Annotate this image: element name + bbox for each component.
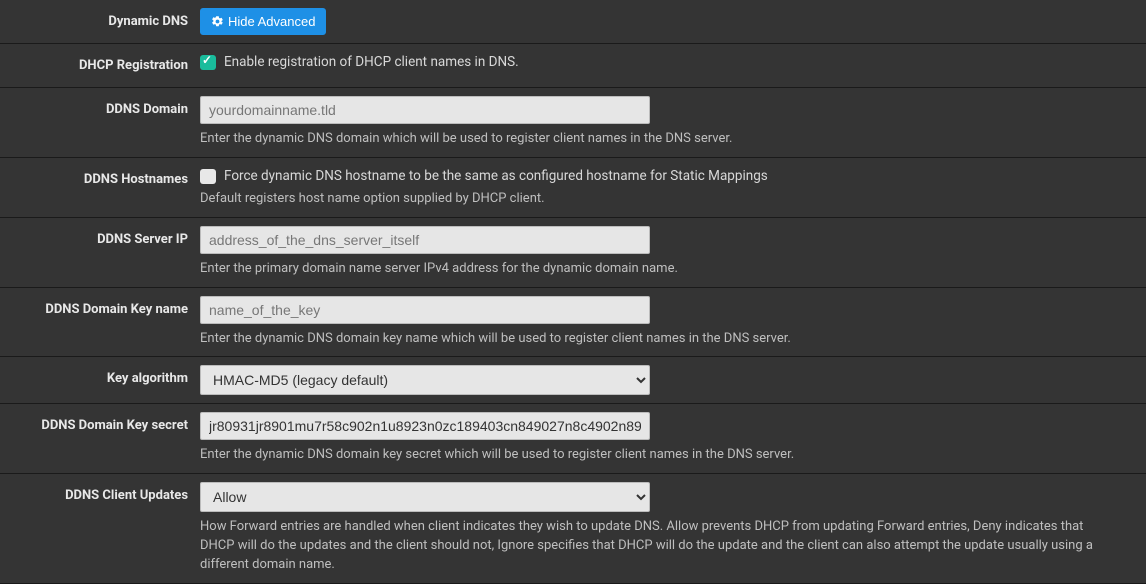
row-dhcp-registration: DHCP Registration Enable registration of… bbox=[0, 44, 1146, 88]
label-ddns-domain: DDNS Domain bbox=[0, 96, 200, 149]
ddns-hostnames-checkbox[interactable] bbox=[200, 169, 216, 184]
control-key-algorithm: HMAC-MD5 (legacy default) bbox=[200, 365, 1146, 395]
ddns-server-ip-input[interactable] bbox=[200, 226, 650, 254]
ddns-key-name-input[interactable] bbox=[200, 296, 650, 324]
control-dynamic-dns: Hide Advanced bbox=[200, 8, 1146, 35]
hide-advanced-label: Hide Advanced bbox=[228, 14, 315, 29]
label-dhcp-registration: DHCP Registration bbox=[0, 52, 200, 79]
help-ddns-server-ip: Enter the primary domain name server IPv… bbox=[200, 260, 1136, 279]
row-dynamic-dns: Dynamic DNS Hide Advanced bbox=[0, 0, 1146, 44]
hide-advanced-button[interactable]: Hide Advanced bbox=[200, 8, 326, 35]
ddns-domain-input[interactable] bbox=[200, 96, 650, 124]
ddns-hostnames-checkbox-label: Force dynamic DNS hostname to be the sam… bbox=[224, 168, 768, 184]
control-dhcp-registration: Enable registration of DHCP client names… bbox=[200, 52, 1146, 79]
row-ddns-server-ip: DDNS Server IP Enter the primary domain … bbox=[0, 218, 1146, 288]
label-dynamic-dns: Dynamic DNS bbox=[0, 8, 200, 35]
label-key-algorithm: Key algorithm bbox=[0, 365, 200, 395]
control-ddns-hostnames: Force dynamic DNS hostname to be the sam… bbox=[200, 166, 1146, 209]
help-ddns-hostnames: Default registers host name option suppl… bbox=[200, 190, 1136, 209]
control-ddns-client-updates: Allow How Forward entries are handled wh… bbox=[200, 482, 1146, 575]
gear-icon bbox=[211, 15, 224, 28]
control-ddns-key-secret: Enter the dynamic DNS domain key secret … bbox=[200, 412, 1146, 465]
help-ddns-domain: Enter the dynamic DNS domain which will … bbox=[200, 130, 1136, 149]
help-ddns-key-name: Enter the dynamic DNS domain key name wh… bbox=[200, 330, 1136, 349]
control-ddns-domain: Enter the dynamic DNS domain which will … bbox=[200, 96, 1146, 149]
row-ddns-key-secret: DDNS Domain Key secret Enter the dynamic… bbox=[0, 404, 1146, 474]
ddns-key-secret-input[interactable] bbox=[200, 412, 650, 440]
row-ddns-client-updates: DDNS Client Updates Allow How Forward en… bbox=[0, 474, 1146, 584]
control-ddns-server-ip: Enter the primary domain name server IPv… bbox=[200, 226, 1146, 279]
key-algorithm-select[interactable]: HMAC-MD5 (legacy default) bbox=[200, 365, 650, 395]
row-ddns-domain: DDNS Domain Enter the dynamic DNS domain… bbox=[0, 88, 1146, 158]
ddns-client-updates-select[interactable]: Allow bbox=[200, 482, 650, 512]
row-ddns-key-name: DDNS Domain Key name Enter the dynamic D… bbox=[0, 288, 1146, 358]
label-ddns-key-secret: DDNS Domain Key secret bbox=[0, 412, 200, 465]
control-ddns-key-name: Enter the dynamic DNS domain key name wh… bbox=[200, 296, 1146, 349]
row-key-algorithm: Key algorithm HMAC-MD5 (legacy default) bbox=[0, 357, 1146, 404]
help-ddns-key-secret: Enter the dynamic DNS domain key secret … bbox=[200, 446, 1136, 465]
help-ddns-client-updates: How Forward entries are handled when cli… bbox=[200, 518, 1136, 575]
label-ddns-server-ip: DDNS Server IP bbox=[0, 226, 200, 279]
dhcp-registration-checkbox-label: Enable registration of DHCP client names… bbox=[224, 54, 519, 70]
dhcp-registration-checkbox[interactable] bbox=[200, 55, 216, 70]
label-ddns-hostnames: DDNS Hostnames bbox=[0, 166, 200, 209]
label-ddns-key-name: DDNS Domain Key name bbox=[0, 296, 200, 349]
label-ddns-client-updates: DDNS Client Updates bbox=[0, 482, 200, 575]
row-ddns-hostnames: DDNS Hostnames Force dynamic DNS hostnam… bbox=[0, 158, 1146, 218]
